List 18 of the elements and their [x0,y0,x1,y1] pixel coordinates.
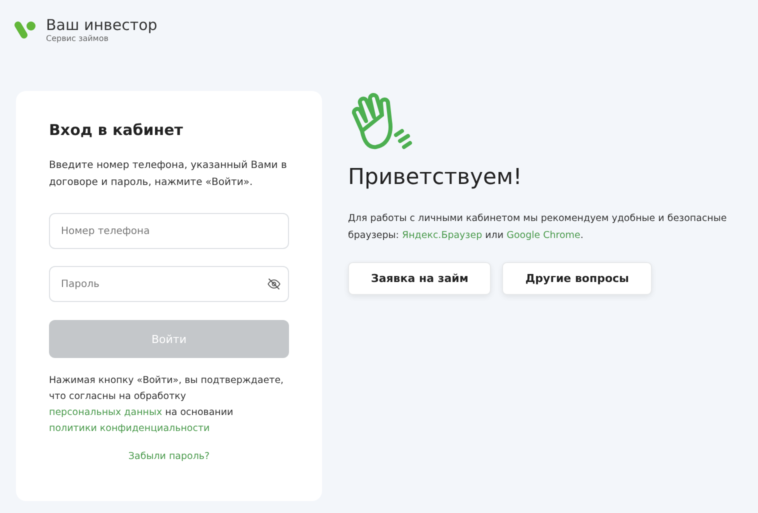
forgot-password-link[interactable]: Забыли пароль? [128,451,210,462]
text-link[interactable]: политики конфиденциальности [49,423,210,434]
consent-text: Нажимая кнопку «Войти», вы подтверждаете, что согласны на обработку персональных данных на основании политики конфиденциальности [49,374,285,436]
password-field[interactable]: Пароль [49,266,289,302]
text-link[interactable]: Яндекс.Браузер [402,230,482,241]
brand-tagline: Сервис займов [46,34,110,43]
eye-off-icon[interactable] [267,277,281,291]
welcome-title: Приветствуем! [348,165,523,190]
login-intro: Введите номер телефона, указанный Вами в договоре и пароль, нажмите «Войти». [49,159,288,190]
action-button[interactable]: Другие вопросы [502,262,652,295]
text-link[interactable]: Google Chrome [506,230,580,241]
action-button[interactable]: Заявка на займ [348,262,492,295]
text-link[interactable]: персональных данных [49,407,162,418]
logo-icon [14,19,38,41]
browser-recommendation: Для работы с личными кабинетом мы рекомендуем удобные и безопасные браузеры: Яндекс.Браузер или Google Chrome. [348,212,728,243]
phone-field[interactable]: Номер телефона [49,213,289,249]
login-title: Вход в кабинет [49,121,184,139]
brand-name: Ваш инвестор [46,17,158,34]
